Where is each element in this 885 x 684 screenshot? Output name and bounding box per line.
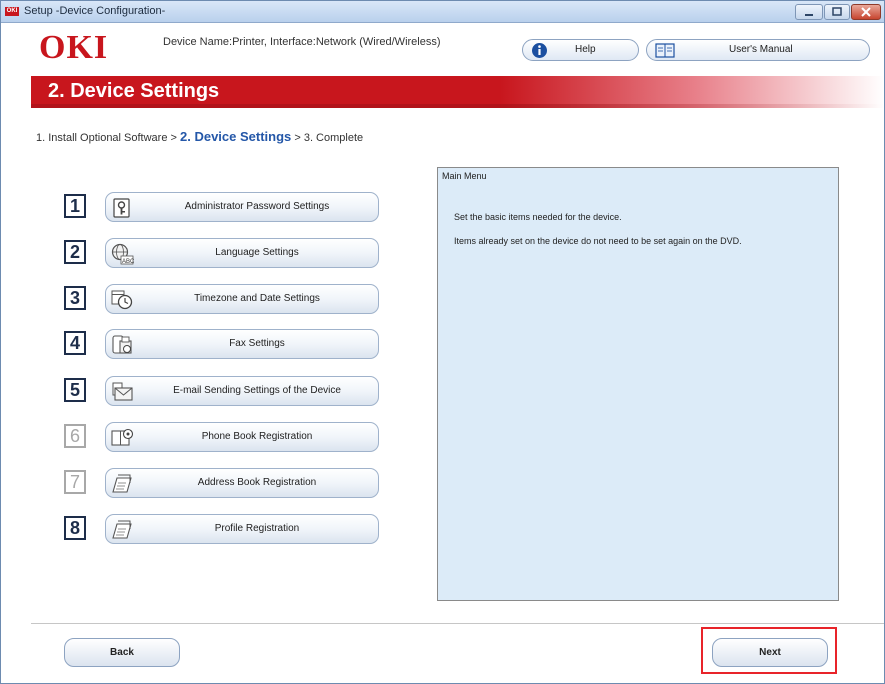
menu-item-4: 4 Fax Settings (64, 329, 380, 359)
mail-icon (112, 382, 133, 401)
item-label: Profile Registration (214, 523, 300, 534)
info-line-2: Items already set on the device do not n… (454, 236, 742, 246)
step-number: 6 (64, 424, 86, 448)
fax-icon (112, 335, 132, 354)
item-label: Phone Book Registration (201, 431, 313, 442)
email-sending-settings-button[interactable]: E-mail Sending Settings of the Device (105, 376, 379, 406)
step-number: 2 (64, 240, 86, 264)
title-bar: OKI Setup -Device Configuration- (1, 1, 884, 23)
close-button[interactable] (851, 4, 881, 20)
section-banner: 2. Device Settings (31, 76, 884, 108)
item-label: E-mail Sending Settings of the Device (173, 385, 341, 396)
phonebook-icon (111, 428, 134, 446)
manual-label: User's Manual (729, 44, 793, 55)
info-line-1: Set the basic items needed for the devic… (454, 212, 622, 222)
clock-icon (111, 290, 133, 310)
setup-window: OKI Setup -Device Configuration- OKI Dev… (0, 0, 885, 684)
globe-abc-icon: ABC (111, 243, 134, 265)
menu-item-3: 3 Timezone and Date Settings (64, 284, 380, 314)
breadcrumb-step-1: 1. Install Optional Software > (36, 132, 177, 144)
window-title: Setup -Device Configuration- (24, 5, 166, 17)
menu-item-1: 1 Administrator Password Settings (64, 192, 380, 222)
back-button[interactable]: Back (64, 638, 180, 667)
oki-logo: OKI (39, 29, 109, 66)
page-title: 2. Device Settings (48, 80, 220, 102)
device-name-label: Device Name:Printer, Interface:Network (… (163, 36, 441, 48)
close-icon (861, 7, 871, 17)
profile-registration-button[interactable]: Profile Registration (105, 514, 379, 544)
step-number: 1 (64, 194, 86, 218)
key-icon (113, 198, 130, 218)
banner-shade (31, 104, 884, 108)
language-settings-button[interactable]: ABC Language Settings (105, 238, 379, 268)
fax-settings-button[interactable]: Fax Settings (105, 329, 379, 359)
item-label: Fax Settings (229, 338, 285, 349)
item-label: Timezone and Date Settings (194, 293, 320, 304)
menu-item-7: 7 Address Book Registration (64, 468, 380, 498)
main-menu-description-panel: Main Menu Set the basic items needed for… (437, 167, 839, 601)
menu-item-8: 8 Profile Registration (64, 514, 380, 544)
item-label: Address Book Registration (197, 477, 317, 488)
back-label: Back (110, 647, 134, 658)
step-number: 5 (64, 378, 86, 402)
help-label: Help (575, 44, 596, 55)
timezone-date-button[interactable]: Timezone and Date Settings (105, 284, 379, 314)
administrator-password-button[interactable]: Administrator Password Settings (105, 192, 379, 222)
footer-divider (31, 623, 884, 624)
step-number: 7 (64, 470, 86, 494)
step-number: 8 (64, 516, 86, 540)
next-button-highlight (701, 627, 837, 674)
address-book-registration-button[interactable]: Address Book Registration (105, 468, 379, 498)
step-number: 3 (64, 286, 86, 310)
maximize-button[interactable] (824, 4, 850, 20)
phone-book-registration-button[interactable]: Phone Book Registration (105, 422, 379, 452)
breadcrumb: 1. Install Optional Software > 2. Device… (36, 129, 363, 144)
address-book-icon (112, 474, 132, 493)
profile-icon (112, 520, 132, 539)
breadcrumb-step-2: 2. Device Settings (180, 129, 292, 144)
info-icon (532, 43, 547, 58)
breadcrumb-step-3: > 3. Complete (294, 132, 364, 144)
menu-item-6: 6 Phone Book Registration (64, 422, 380, 452)
oki-app-icon: OKI (5, 7, 19, 16)
help-button[interactable]: Help (522, 39, 639, 61)
step-number: 4 (64, 331, 86, 355)
manual-book-icon (655, 43, 675, 58)
maximize-icon (832, 7, 842, 16)
menu-item-2: 2 ABC Language Settings (64, 238, 380, 268)
item-label: Language Settings (215, 247, 299, 258)
info-heading: Main Menu (442, 171, 487, 181)
minimize-icon (805, 14, 813, 16)
minimize-button[interactable] (795, 4, 823, 20)
menu-item-5: 5 E-mail Sending Settings of the Device (64, 376, 380, 406)
item-label: Administrator Password Settings (184, 201, 330, 212)
svg-text:ABC: ABC (122, 259, 134, 265)
users-manual-button[interactable]: User's Manual (646, 39, 870, 61)
